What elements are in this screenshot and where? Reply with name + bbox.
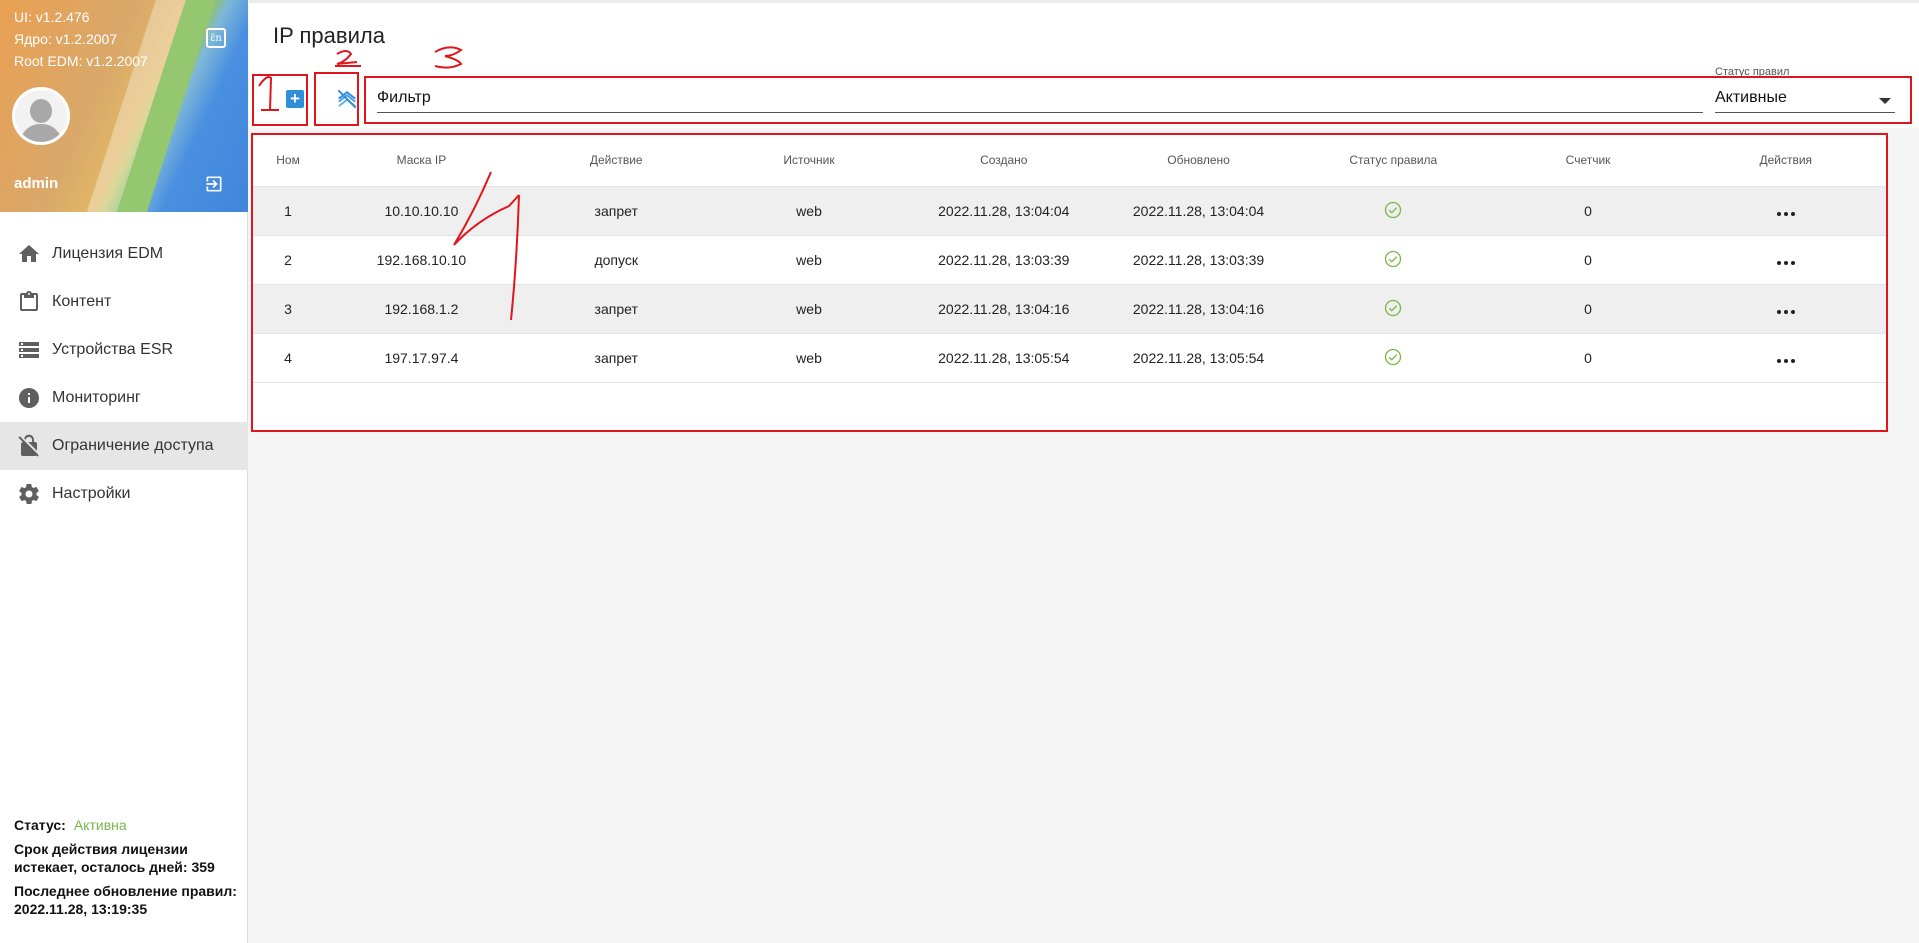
page-header: IP правила [249,0,1919,68]
logout-icon[interactable] [204,174,224,194]
sidebar-item-monitoring[interactable]: Мониторинг [0,374,248,422]
ui-version: UI: v1.2.476 [14,9,90,25]
sidebar-item-settings[interactable]: Настройки [0,470,248,518]
gear-icon [16,481,42,507]
annotation-box-4 [251,133,1888,432]
core-version: Ядро: v1.2.2007 [14,31,118,47]
status-label: Статус: [14,817,66,833]
home-icon [16,241,42,267]
server-icon [16,337,42,363]
status-badge: Активна [73,817,127,833]
chevron-down-icon [1879,98,1891,104]
language-icon[interactable]: ε̈n [206,28,226,48]
license-expiry-text: Срок действия лицензии истекает, осталос… [14,841,215,875]
status-select-label: Статус правил [1715,66,1790,78]
sidebar: UI: v1.2.476 Ядро: v1.2.2007 Root EDM: v… [0,0,248,943]
toolbar: + Фильтр Статус правил Активные [249,66,1919,128]
license-info: Статус: Активна Срок действия лицензии ис… [14,816,239,924]
sidebar-item-access-restriction[interactable]: Ограничение доступа [0,422,248,470]
sidebar-nav: Лицензия EDM Контент Устройства ESR Мони… [0,230,248,518]
version-info: UI: v1.2.476 Ядро: v1.2.2007 Root EDM: v… [14,6,148,72]
sidebar-item-content[interactable]: Контент [0,278,248,326]
lock-off-icon [16,433,42,459]
main-content: IP правила + Фильтр Статус правил Активн… [249,0,1919,943]
avatar [12,87,70,145]
status-select-value: Активные [1715,89,1787,106]
layers-off-icon[interactable] [335,87,359,111]
sidebar-header: UI: v1.2.476 Ядро: v1.2.2007 Root EDM: v… [0,0,248,212]
sidebar-item-label: Ограничение доступа [52,437,214,454]
sidebar-item-license[interactable]: Лицензия EDM [0,230,248,278]
status-select[interactable]: Активные [1715,85,1895,113]
last-update-text: Последнее обновление правил: 2022.11.28,… [14,883,237,917]
sidebar-item-label: Мониторинг [52,389,141,406]
filter-input[interactable]: Фильтр [377,85,1703,113]
sidebar-item-label: Контент [52,293,112,310]
clipboard-icon [16,289,42,315]
sidebar-item-esr-devices[interactable]: Устройства ESR [0,326,248,374]
info-icon [16,385,42,411]
sidebar-item-label: Устройства ESR [52,341,174,358]
username: admin [14,175,59,192]
page-title: IP правила [273,23,385,48]
sidebar-item-label: Настройки [52,485,131,502]
root-edm-version: Root EDM: v1.2.2007 [14,53,148,69]
sidebar-item-label: Лицензия EDM [52,245,164,262]
add-rule-button[interactable]: + [286,90,304,108]
